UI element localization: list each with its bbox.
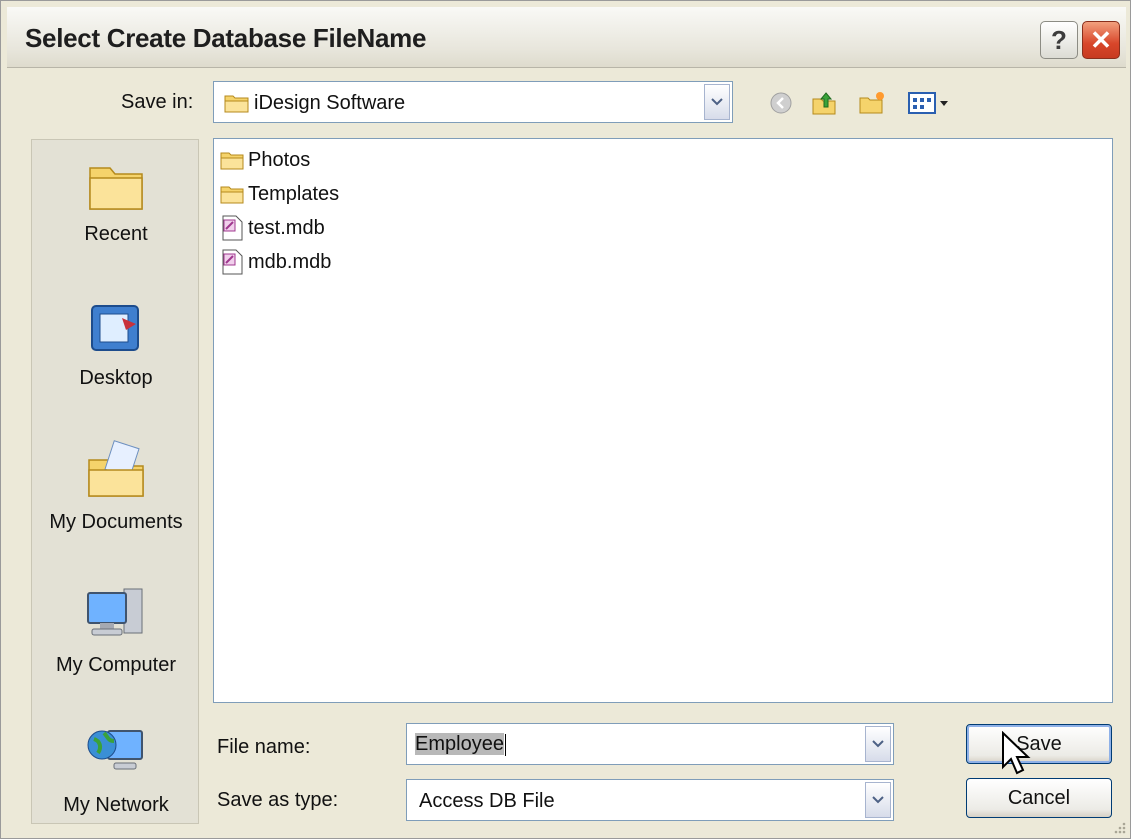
my-computer-icon xyxy=(87,588,143,636)
chevron-down-icon[interactable] xyxy=(865,726,891,762)
save-as-type-select[interactable]: Access DB File xyxy=(406,779,894,821)
my-network-icon xyxy=(87,730,143,770)
access-file-icon xyxy=(222,249,243,275)
folder-icon xyxy=(220,186,244,204)
file-name: test.mdb xyxy=(248,216,325,239)
file-name-input-text: Employee xyxy=(415,733,504,755)
place-my-network[interactable]: My Network xyxy=(32,723,200,817)
up-folder-icon[interactable] xyxy=(809,89,839,117)
file-name: mdb.mdb xyxy=(248,250,332,273)
save-dialog: Select Create Database FileName ? ✕ Save… xyxy=(0,0,1131,839)
file-name: Templates xyxy=(248,182,340,205)
chevron-down-icon[interactable] xyxy=(865,782,891,818)
access-file-icon xyxy=(222,215,243,241)
file-name: Photos xyxy=(248,148,311,171)
recent-folder-icon xyxy=(89,167,143,210)
cancel-button[interactable]: Cancel xyxy=(966,778,1112,818)
save-as-type-label: Save as type: xyxy=(217,789,339,811)
save-button[interactable]: Save xyxy=(966,724,1112,764)
new-folder-icon[interactable] xyxy=(857,89,887,117)
title-bar[interactable]: Select Create Database FileName ? ✕ xyxy=(7,7,1126,68)
list-item[interactable]: mdb.mdb xyxy=(220,247,331,277)
my-documents-icon xyxy=(88,440,144,497)
text-caret xyxy=(504,733,506,756)
place-label: Recent xyxy=(84,223,148,245)
place-label: Desktop xyxy=(79,367,153,389)
dialog-title: Select Create Database FileName xyxy=(25,23,427,53)
desktop-icon xyxy=(91,305,139,351)
resize-grip-icon[interactable] xyxy=(1112,820,1126,834)
place-desktop[interactable]: Desktop xyxy=(32,300,200,390)
place-my-documents[interactable]: My Documents xyxy=(32,440,200,534)
place-label: My Documents xyxy=(49,511,183,533)
save-as-type-value: Access DB File xyxy=(419,790,555,812)
help-button[interactable]: ? xyxy=(1040,21,1078,59)
chevron-down-icon[interactable] xyxy=(704,84,730,120)
list-item[interactable]: Photos xyxy=(220,145,310,175)
save-in-value: iDesign Software xyxy=(254,92,406,114)
place-recent[interactable]: Recent xyxy=(32,160,200,246)
place-label: My Network xyxy=(63,794,169,816)
close-button[interactable]: ✕ xyxy=(1082,21,1120,59)
file-name-field[interactable]: Employee xyxy=(406,723,894,765)
back-icon[interactable] xyxy=(767,89,795,117)
places-bar: Recent Desktop My Documents My Computer … xyxy=(31,139,199,824)
file-list[interactable]: Photos Templates test.mdb mdb.mdb xyxy=(213,138,1113,703)
file-name-label: File name: xyxy=(217,736,311,758)
save-in-combo[interactable]: iDesign Software xyxy=(213,81,733,123)
folder-icon xyxy=(224,92,250,119)
folder-icon xyxy=(220,152,244,170)
view-menu-icon[interactable] xyxy=(905,89,955,117)
save-in-label: Save in: xyxy=(121,91,194,113)
place-label: My Computer xyxy=(55,654,177,676)
cancel-button-label: Cancel xyxy=(1007,786,1071,809)
list-item[interactable]: test.mdb xyxy=(220,213,325,243)
list-item[interactable]: Templates xyxy=(220,179,339,209)
place-my-computer[interactable]: My Computer xyxy=(32,583,200,677)
mouse-cursor-icon xyxy=(1002,731,1031,775)
